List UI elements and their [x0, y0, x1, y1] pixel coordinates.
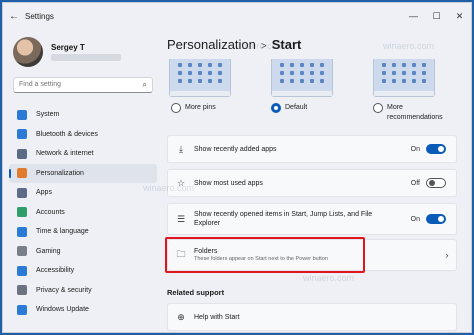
breadcrumb-parent[interactable]: Personalization: [167, 37, 256, 52]
layout-radio-group: More pins Default More recommendations: [167, 103, 471, 131]
globe-icon: ⊕: [177, 311, 185, 322]
sidebar-item-label: Accessibility: [36, 267, 75, 275]
sidebar-item-time-language[interactable]: Time & language: [3, 222, 163, 242]
layout-previews: [167, 59, 471, 99]
toggle-state: Off: [410, 179, 420, 187]
radio-default[interactable]: Default: [271, 103, 307, 113]
sidebar-item-label: Bluetooth & devices: [36, 130, 98, 138]
accounts-icon: [17, 207, 27, 218]
toggle-switch[interactable]: [426, 178, 446, 188]
minimize-button[interactable]: —: [402, 3, 425, 29]
system-icon: [17, 109, 27, 120]
sidebar-item-windows-update[interactable]: Windows Update: [3, 300, 163, 320]
radio-button[interactable]: [373, 103, 383, 113]
setting-label: Show recently added apps: [194, 145, 277, 153]
search-placeholder: Find a setting: [19, 81, 62, 88]
sidebar-item-label: Network & internet: [36, 150, 94, 158]
sidebar-item-label: Gaming: [36, 247, 61, 255]
maximize-button[interactable]: ☐: [425, 3, 448, 29]
setting-text: Folders These folders appear on Start ne…: [194, 247, 438, 263]
user-name: Sergey T: [51, 43, 85, 52]
brush-icon: [17, 168, 27, 179]
sidebar-item-personalization[interactable]: Personalization: [9, 163, 157, 183]
radio-more-pins[interactable]: More pins: [171, 103, 216, 113]
sidebar-item-label: Personalization: [36, 169, 84, 177]
user-profile[interactable]: Sergey T: [13, 37, 121, 67]
globe-icon: [17, 226, 27, 237]
breadcrumb-separator: >: [260, 41, 267, 52]
setting-recently-added-apps[interactable]: ⤓ Show recently added apps On: [167, 135, 457, 163]
download-icon: ⤓: [179, 143, 183, 154]
sidebar-item-apps[interactable]: Apps: [3, 183, 163, 203]
toggle-switch[interactable]: [426, 144, 446, 154]
bluetooth-icon: [17, 129, 27, 140]
search-input[interactable]: Find a setting ⌕: [13, 77, 153, 93]
help-label: Help with Start: [194, 313, 240, 321]
avatar: [13, 37, 43, 67]
chevron-right-icon: ›: [445, 250, 449, 260]
sidebar-item-gaming[interactable]: Gaming: [3, 242, 163, 262]
setting-most-used-apps[interactable]: ☆ Show most used apps Off: [167, 169, 457, 197]
settings-window: ← Settings — ☐ ✕ Sergey T Find a setting…: [2, 2, 472, 333]
window-title: Settings: [25, 11, 54, 21]
sidebar-item-network-internet[interactable]: Network & internet: [3, 144, 163, 164]
gaming-icon: [17, 246, 27, 257]
user-email-redacted: [51, 54, 121, 61]
accessibility-icon: [17, 265, 27, 276]
sidebar-item-label: Windows Update: [36, 306, 89, 314]
sidebar-item-accounts[interactable]: Accounts: [3, 203, 163, 223]
breadcrumb: Personalization > Start: [167, 37, 301, 52]
main-content: Personalization > Start More pins Default …: [163, 29, 471, 332]
setting-label: Show most used apps: [194, 179, 263, 187]
sidebar: Sergey T Find a setting ⌕ System Bluetoot…: [3, 29, 163, 332]
network-icon: [17, 148, 27, 159]
sidebar-item-label: System: [36, 111, 60, 119]
list-icon: ☰: [176, 213, 186, 224]
close-button[interactable]: ✕: [448, 3, 471, 29]
setting-description: These folders appear on Start next to th…: [194, 256, 328, 262]
toggle-switch[interactable]: [426, 214, 446, 224]
toggle-state: On: [410, 215, 420, 223]
update-icon: [17, 304, 27, 315]
apps-icon: [17, 187, 27, 198]
sidebar-item-label: Accounts: [36, 208, 65, 216]
layout-preview-more-recommendations[interactable]: [373, 59, 435, 97]
title-bar: ← Settings — ☐ ✕: [3, 3, 471, 29]
sidebar-item-bluetooth-devices[interactable]: Bluetooth & devices: [3, 125, 163, 145]
folder-icon: 🗀: [176, 249, 186, 259]
search-icon: ⌕: [142, 80, 147, 89]
sidebar-item-accessibility[interactable]: Accessibility: [3, 261, 163, 281]
radio-button[interactable]: [171, 103, 181, 113]
radio-more-recommendations[interactable]: More recommendations: [373, 103, 453, 123]
layout-preview-more-pins[interactable]: [169, 59, 231, 97]
toggle-state: On: [410, 145, 420, 153]
radio-button-selected[interactable]: [271, 103, 281, 113]
page-title: Start: [271, 37, 302, 52]
sidebar-item-label: Privacy & security: [36, 286, 92, 294]
related-support-heading: Related support: [167, 288, 225, 297]
setting-label: Folders: [194, 248, 218, 255]
sidebar-item-label: Time & language: [36, 228, 89, 236]
radio-label: More pins: [185, 104, 216, 111]
sidebar-item-label: Apps: [36, 189, 52, 197]
radio-label: More recommendations: [387, 104, 443, 121]
setting-folders[interactable]: 🗀 Folders These folders appear on Start …: [167, 239, 457, 271]
layout-preview-default[interactable]: [271, 59, 333, 97]
sidebar-item-privacy-security[interactable]: Privacy & security: [3, 281, 163, 301]
shield-icon: [17, 285, 27, 296]
sidebar-item-system[interactable]: System: [3, 105, 163, 125]
star-icon: ☆: [176, 177, 186, 188]
sidebar-nav: System Bluetooth & devices Network & inter…: [3, 105, 163, 320]
back-button[interactable]: ←: [3, 11, 25, 22]
help-with-start[interactable]: ⊕ Help with Start: [167, 303, 457, 331]
setting-recently-opened-items[interactable]: ☰ Show recently opened items in Start, J…: [167, 203, 457, 235]
radio-label: Default: [285, 104, 308, 111]
setting-label: Show recently opened items in Start, Jum…: [194, 211, 373, 227]
